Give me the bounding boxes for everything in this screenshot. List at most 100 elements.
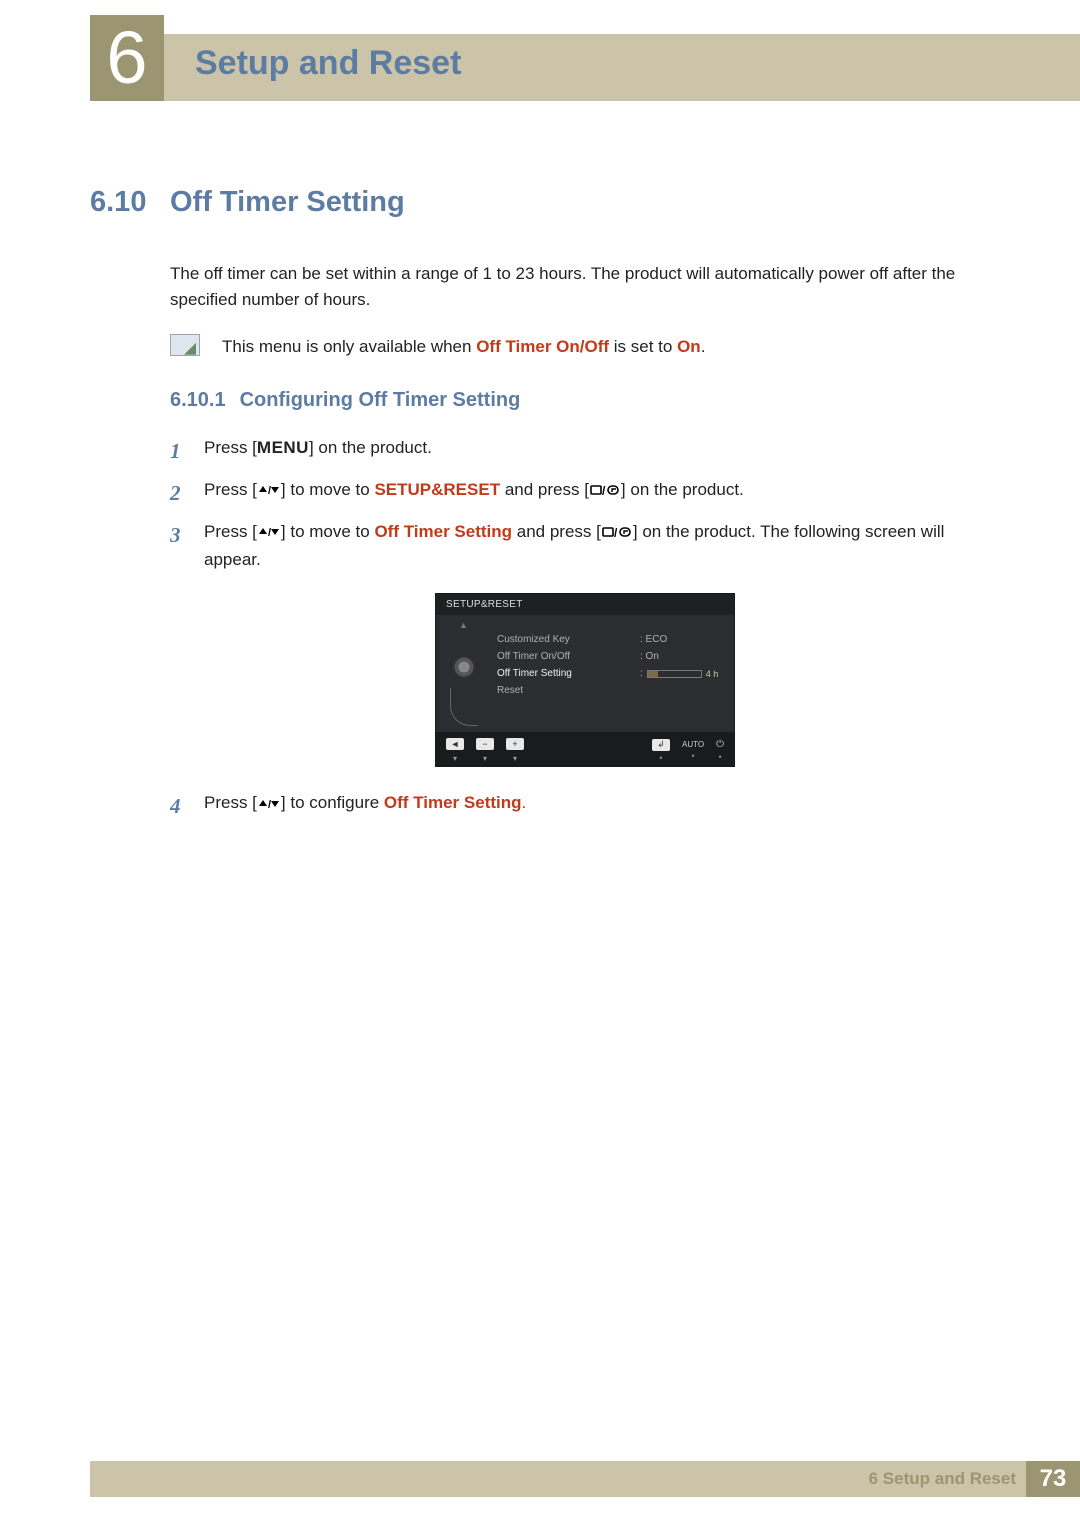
s2c: and press [: [500, 480, 589, 499]
osd-value-col: : ECO : On : 4 h: [634, 615, 734, 732]
section-title: Off Timer Setting: [170, 186, 405, 219]
step-1: 1 Press [MENU] on the product.: [170, 434, 1000, 470]
step-1-text: Press [MENU] on the product.: [204, 434, 432, 470]
osd-enter-col: ↲•: [652, 739, 670, 763]
up-down-arrow-icon: /: [258, 798, 280, 810]
chapter-number: 6: [106, 21, 147, 95]
svg-text:/: /: [268, 799, 271, 810]
step-num-2: 2: [170, 476, 186, 512]
osd-footer-right: ↲• AUTO• ⏻•: [652, 739, 724, 763]
osd-plus-col: +▾: [506, 738, 524, 763]
chapter-title: Setup and Reset: [195, 44, 461, 83]
svg-text:/: /: [614, 526, 618, 539]
s4b: ] to configure: [281, 793, 384, 812]
osd-slider: [647, 670, 702, 678]
up-down-arrow-icon: /: [258, 526, 280, 538]
osd-curve: [450, 688, 478, 726]
plus-button-icon: +: [506, 738, 524, 750]
osd-screenshot: SETUP&RESET ▲ Customized Key Off Timer O…: [170, 593, 1000, 767]
step-4-text: Press [ / ] to configure Off Timer Setting…: [204, 789, 526, 825]
s2bold: SETUP&RESET: [374, 480, 500, 499]
osd-nav-up-icon: ▲: [459, 621, 468, 630]
s3bold: Off Timer Setting: [374, 522, 512, 541]
osd-dot-3: ▾: [513, 754, 517, 763]
osd-auto-col: AUTO •: [682, 740, 704, 761]
osd-val-1: : ECO: [640, 631, 728, 648]
step-num-4: 4: [170, 789, 186, 825]
osd-dot-4: •: [659, 753, 662, 763]
subsection-number: 6.10.1: [170, 389, 226, 412]
s3c: and press [: [512, 522, 601, 541]
osd-item-customized-key: Customized Key: [491, 631, 634, 648]
step-num-1: 1: [170, 434, 186, 470]
osd-footer-left: ◄▾ −▾ +▾: [446, 738, 524, 763]
source-enter-icon: /: [590, 483, 620, 497]
osd-dot-2: ▾: [483, 754, 487, 763]
osd-footer: ◄▾ −▾ +▾ ↲• AUTO• ⏻•: [436, 732, 734, 766]
osd-val-3-label: 4 h: [706, 669, 719, 679]
svg-text:/: /: [268, 527, 271, 538]
osd-power-col: ⏻•: [716, 739, 724, 762]
section-number: 6.10: [90, 186, 152, 219]
note-row: This menu is only available when Off Tim…: [170, 334, 1000, 360]
minus-button-icon: −: [476, 738, 494, 750]
osd-slider-fill: [648, 671, 659, 677]
step-num-3: 3: [170, 518, 186, 576]
step-3: 3 Press [ / ] to move to Off Timer Setting…: [170, 518, 1000, 576]
step-4: 4 Press [ / ] to configure Off Timer Setti…: [170, 789, 1000, 825]
subsection-heading: 6.10.1 Configuring Off Timer Setting: [170, 389, 1000, 412]
up-down-arrow-icon: /: [258, 484, 280, 496]
step-3-text: Press [ / ] to move to Off Timer Setting a…: [204, 518, 1000, 576]
note-bold-2: On: [677, 337, 701, 356]
note-text: This menu is only available when Off Tim…: [222, 334, 705, 360]
section-body: 6.10 Off Timer Setting The off timer can…: [90, 186, 1000, 831]
s2d: ] on the product.: [621, 480, 744, 499]
s4c: .: [522, 793, 527, 812]
osd-dot-6: •: [718, 752, 721, 762]
osd-item-off-timer-setting: Off Timer Setting: [491, 665, 634, 682]
section-heading: 6.10 Off Timer Setting: [90, 186, 1000, 219]
svg-text:/: /: [602, 484, 606, 497]
step-2: 2 Press [ / ] to move to SETUP&RESET and p…: [170, 476, 1000, 512]
source-enter-icon: /: [602, 525, 632, 539]
svg-text:/: /: [268, 485, 271, 496]
osd-title: SETUP&RESET: [436, 594, 734, 615]
osd-val-3: : 4 h: [640, 665, 728, 682]
note-prefix: This menu is only available when: [222, 337, 476, 356]
footer-page-number: 73: [1026, 1461, 1080, 1497]
s2a: Press [: [204, 480, 257, 499]
osd-val-2: : On: [640, 648, 728, 665]
s1a: Press [: [204, 438, 257, 457]
s2b: ] to move to: [281, 480, 375, 499]
note-suffix: .: [701, 337, 706, 356]
auto-label: AUTO: [682, 740, 704, 749]
page-footer: 6 Setup and Reset 73: [90, 1461, 1080, 1497]
osd-item-reset: Reset: [491, 682, 634, 699]
chapter-number-box: 6: [90, 15, 164, 101]
osd-minus-col: −▾: [476, 738, 494, 763]
osd-left-col: ▲: [436, 615, 491, 732]
osd-body: ▲ Customized Key Off Timer On/Off Off Ti…: [436, 615, 734, 732]
enter-button-icon: ↲: [652, 739, 670, 751]
note-bold-1: Off Timer On/Off: [476, 337, 609, 356]
power-icon: ⏻: [716, 739, 724, 750]
note-mid: is set to: [609, 337, 677, 356]
osd-menu-list: Customized Key Off Timer On/Off Off Time…: [491, 615, 634, 732]
s3b: ] to move to: [281, 522, 375, 541]
osd-item-off-timer-onoff: Off Timer On/Off: [491, 648, 634, 665]
section-intro: The off timer can be set within a range …: [170, 261, 1000, 314]
osd-panel: SETUP&RESET ▲ Customized Key Off Timer O…: [435, 593, 735, 767]
s4a: Press [: [204, 793, 257, 812]
gear-icon: [453, 656, 475, 678]
subsection-title: Configuring Off Timer Setting: [240, 389, 521, 412]
step-2-text: Press [ / ] to move to SETUP&RESET and pre…: [204, 476, 744, 512]
back-button-icon: ◄: [446, 738, 464, 750]
osd-dot-5: •: [691, 751, 694, 761]
osd-back-col: ◄▾: [446, 738, 464, 763]
note-icon: [170, 334, 200, 356]
s4bold: Off Timer Setting: [384, 793, 522, 812]
menu-label: MENU: [257, 438, 309, 457]
s3a: Press [: [204, 522, 257, 541]
osd-val-3-prefix: :: [640, 668, 643, 679]
osd-dot-1: ▾: [453, 754, 457, 763]
